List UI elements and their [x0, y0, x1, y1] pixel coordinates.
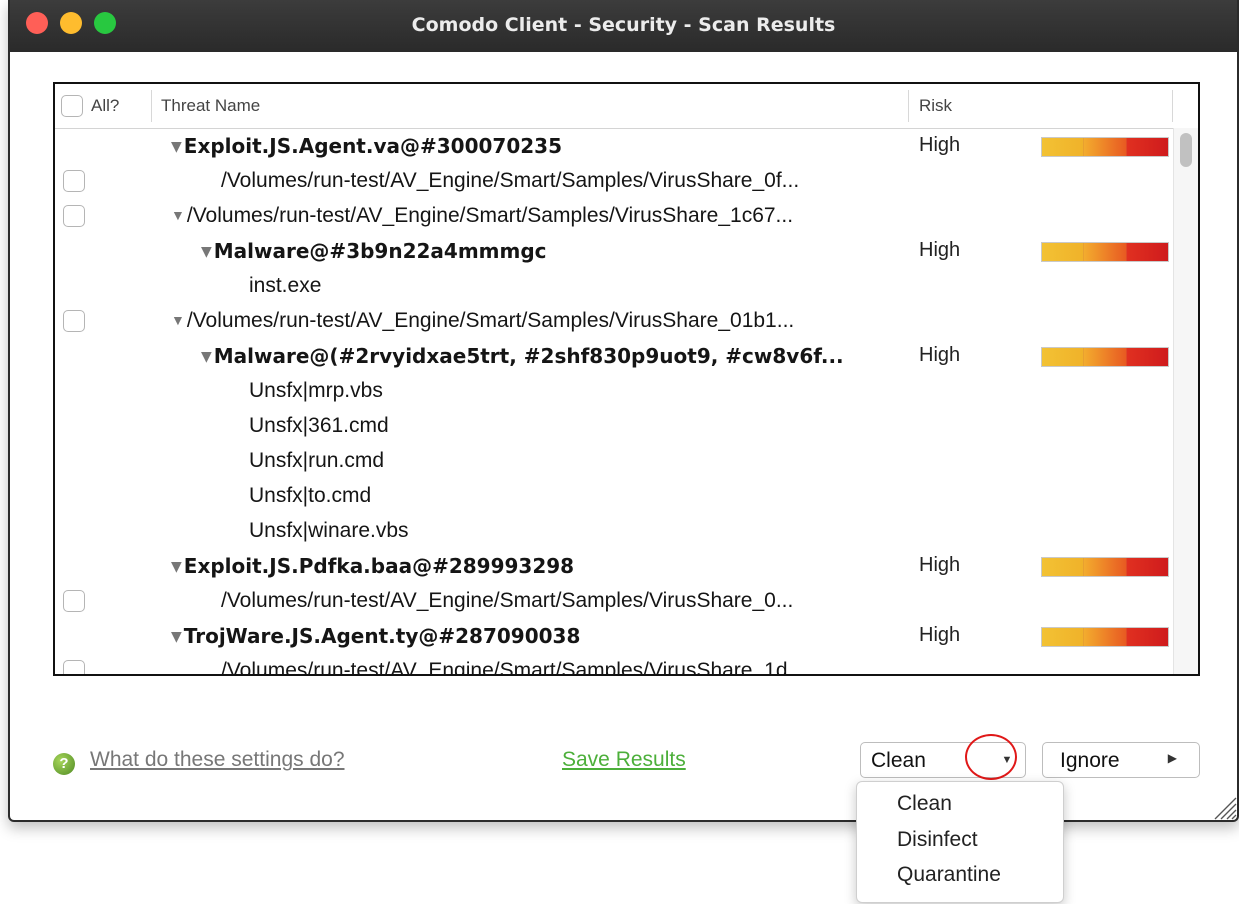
table-row[interactable]: ▼/Volumes/run-test/AV_Engine/Smart/Sampl…	[55, 198, 1175, 233]
table-row[interactable]: inst.exe	[55, 268, 1175, 303]
risk-level: High	[919, 134, 961, 156]
file-path: /Volumes/run-test/AV_Engine/Smart/Sample…	[221, 589, 794, 612]
scan-results-table: All? Threat Name Risk ▼ Exploit.JS.Agent.…	[53, 82, 1200, 676]
ignore-button[interactable]: Ignore ▶	[1042, 742, 1200, 778]
help-icon[interactable]: ?	[53, 753, 75, 775]
scrollbar-thumb[interactable]	[1180, 133, 1192, 167]
expand-triangle-icon[interactable]: ▼	[171, 629, 182, 645]
risk-meter	[1041, 242, 1169, 262]
scan-results-window: Comodo Client - Security - Scan Results …	[8, 0, 1239, 822]
header-all: All?	[91, 96, 120, 115]
resize-grip-icon[interactable]	[1211, 794, 1237, 820]
risk-meter	[1041, 627, 1169, 647]
ignore-button-label: Ignore	[1060, 749, 1120, 772]
menu-item-clean[interactable]: Clean	[897, 792, 952, 816]
table-row[interactable]: /Volumes/run-test/AV_Engine/Smart/Sample…	[55, 163, 1175, 198]
file-name: Unsfx|361.cmd	[249, 414, 389, 437]
risk-level: High	[919, 624, 961, 646]
select-all-checkbox[interactable]	[61, 95, 83, 117]
file-name: Unsfx|winare.vbs	[249, 519, 409, 542]
annotation-circle	[965, 734, 1017, 780]
expand-triangle-icon[interactable]: ▼	[201, 244, 212, 260]
row-checkbox[interactable]	[63, 205, 85, 227]
expand-triangle-icon[interactable]: ▼	[171, 559, 182, 575]
menu-item-disinfect[interactable]: Disinfect	[897, 828, 978, 852]
risk-meter	[1041, 557, 1169, 577]
table-row[interactable]: /Volumes/run-test/AV_Engine/Smart/Sample…	[55, 583, 1175, 618]
expand-triangle-icon[interactable]: ▼	[201, 349, 212, 365]
risk-level: High	[919, 239, 961, 261]
threat-name: ▼ Malware@(#2rvyidxae5trt, #2shf830p9uot9…	[201, 344, 844, 368]
column-separator	[908, 90, 909, 122]
row-checkbox[interactable]	[63, 660, 85, 674]
risk-level: High	[919, 554, 961, 576]
row-checkbox[interactable]	[63, 590, 85, 612]
expand-triangle-icon[interactable]: ▼	[171, 312, 185, 328]
expand-triangle-icon[interactable]: ▼	[171, 207, 185, 223]
action-dropdown-menu: Clean Disinfect Quarantine	[856, 781, 1064, 903]
table-row[interactable]: ▼ Exploit.JS.Pdfka.baa@#289993298 High	[55, 548, 1175, 583]
file-name: inst.exe	[249, 274, 322, 297]
threat-name: ▼ Exploit.JS.Pdfka.baa@#289993298	[171, 554, 575, 578]
file-path: /Volumes/run-test/AV_Engine/Smart/Sample…	[221, 659, 806, 676]
expand-triangle-icon[interactable]: ▼	[171, 139, 182, 155]
table-row[interactable]: /Volumes/run-test/AV_Engine/Smart/Sample…	[55, 653, 1175, 676]
threat-name: ▼ TrojWare.JS.Agent.ty@#287090038	[171, 624, 581, 648]
table-body: ▼ Exploit.JS.Agent.va@#300070235 High /Vo…	[55, 128, 1198, 676]
table-row[interactable]: Unsfx|361.cmd	[55, 408, 1175, 443]
table-row[interactable]: ▼ Malware@(#2rvyidxae5trt, #2shf830p9uot9…	[55, 338, 1175, 373]
header-risk[interactable]: Risk	[919, 96, 952, 116]
risk-meter	[1041, 347, 1169, 367]
file-name: Unsfx|to.cmd	[249, 484, 372, 507]
table-header: All? Threat Name Risk	[55, 84, 1198, 129]
table-row[interactable]: ▼ TrojWare.JS.Agent.ty@#287090038 High	[55, 618, 1175, 653]
file-path: /Volumes/run-test/AV_Engine/Smart/Sample…	[221, 169, 800, 192]
header-threat-name[interactable]: Threat Name	[161, 96, 260, 116]
risk-level: High	[919, 344, 961, 366]
chevron-right-icon: ▶	[1167, 751, 1177, 765]
threat-name: ▼ Exploit.JS.Agent.va@#300070235	[171, 134, 563, 158]
help-link[interactable]: What do these settings do?	[90, 748, 345, 772]
table-row[interactable]: Unsfx|to.cmd	[55, 478, 1175, 513]
table-row[interactable]: ▼/Volumes/run-test/AV_Engine/Smart/Sampl…	[55, 303, 1175, 338]
table-row[interactable]: Unsfx|mrp.vbs	[55, 373, 1175, 408]
column-separator	[151, 90, 152, 122]
action-select-value: Clean	[871, 749, 926, 772]
table-row[interactable]: ▼ Exploit.JS.Agent.va@#300070235 High	[55, 128, 1175, 163]
table-row[interactable]: ▼ Malware@#3b9n22a4mmmgc High	[55, 233, 1175, 268]
file-path: ▼/Volumes/run-test/AV_Engine/Smart/Sampl…	[171, 309, 795, 332]
save-results-link[interactable]: Save Results	[562, 748, 686, 772]
row-checkbox[interactable]	[63, 170, 85, 192]
window-title: Comodo Client - Security - Scan Results	[411, 14, 836, 36]
table-row[interactable]: Unsfx|winare.vbs	[55, 513, 1175, 548]
file-name: Unsfx|mrp.vbs	[249, 379, 383, 402]
column-separator	[1172, 90, 1173, 122]
file-name: Unsfx|run.cmd	[249, 449, 384, 472]
risk-meter	[1041, 137, 1169, 157]
vertical-scrollbar[interactable]	[1173, 128, 1198, 674]
menu-item-quarantine[interactable]: Quarantine	[897, 863, 1001, 887]
file-path: ▼/Volumes/run-test/AV_Engine/Smart/Sampl…	[171, 204, 794, 227]
threat-name: ▼ Malware@#3b9n22a4mmmgc	[201, 239, 547, 263]
title-bar[interactable]: Comodo Client - Security - Scan Results	[10, 0, 1237, 52]
row-checkbox[interactable]	[63, 310, 85, 332]
table-row[interactable]: Unsfx|run.cmd	[55, 443, 1175, 478]
